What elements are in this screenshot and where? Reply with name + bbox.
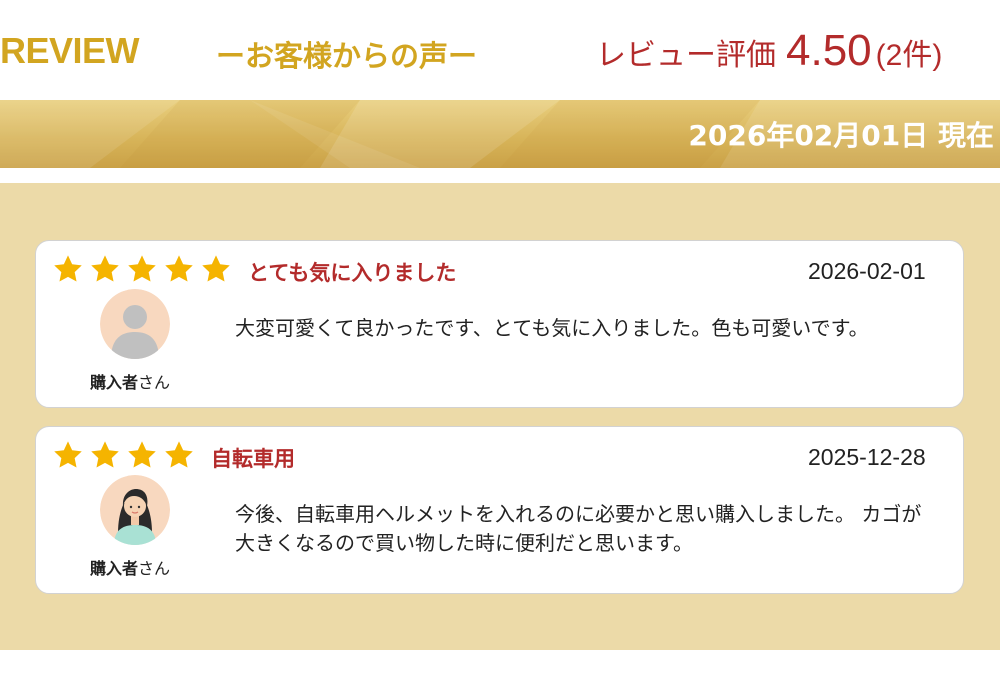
review-date: 2025-12-28 [808,444,926,470]
reviewer-label: 購入者さん [90,369,170,393]
star-icon [200,253,232,285]
review-card: とても気に入りました 2026-02-01 購入者さん 大変可愛くて良かったです… [35,240,964,408]
rating-count: (2件) [875,39,943,72]
woman-avatar-icon [100,475,170,545]
date-banner: 2026年02月01日 現在 [0,100,1000,168]
star-rating [52,253,232,285]
reviewer-suffix: さん [138,559,171,578]
star-icon [126,439,158,471]
rating-score: 4.50 [786,26,872,75]
rating-label: レビュー評価 [596,38,776,73]
reviewer-name: 購入者 [90,373,139,392]
star-rating [52,439,195,471]
reviewer-name: 購入者 [90,559,139,578]
customer-voice-subtitle: ーお客様からの声ー [216,39,478,73]
reviewer-suffix: さん [138,373,171,392]
review-header: REVIEW ーお客様からの声ー レビュー評価 4.50 (2件) [0,0,1000,100]
review-date: 2026-02-01 [808,258,926,284]
rating-summary: レビュー評価 4.50 (2件) [596,26,942,76]
star-icon [52,253,84,285]
star-icon [126,253,158,285]
review-card: 自転車用 2025-12-28 購入者さん 今後、自転車用ヘルメットを入れるのに… [35,426,964,594]
star-icon [52,439,84,471]
review-body: 大変可愛くて良かったです、とても気に入りました。色も可愛いです。 [235,316,869,340]
star-icon [89,439,121,471]
default-user-avatar-icon [100,289,170,359]
review-title: 自転車用 [211,447,295,471]
star-icon [89,253,121,285]
review-body: 今後、自転車用ヘルメットを入れるのに必要かと思い購入しました。 カゴが大きくなる… [235,502,922,555]
star-icon [163,253,195,285]
as-of-date: 2026年02月01日 現在 [688,119,994,152]
star-icon [163,439,195,471]
review-title: とても気に入りました [248,261,457,285]
reviewer-label: 購入者さん [90,555,170,579]
review-brand-title: REVIEW [0,30,140,71]
